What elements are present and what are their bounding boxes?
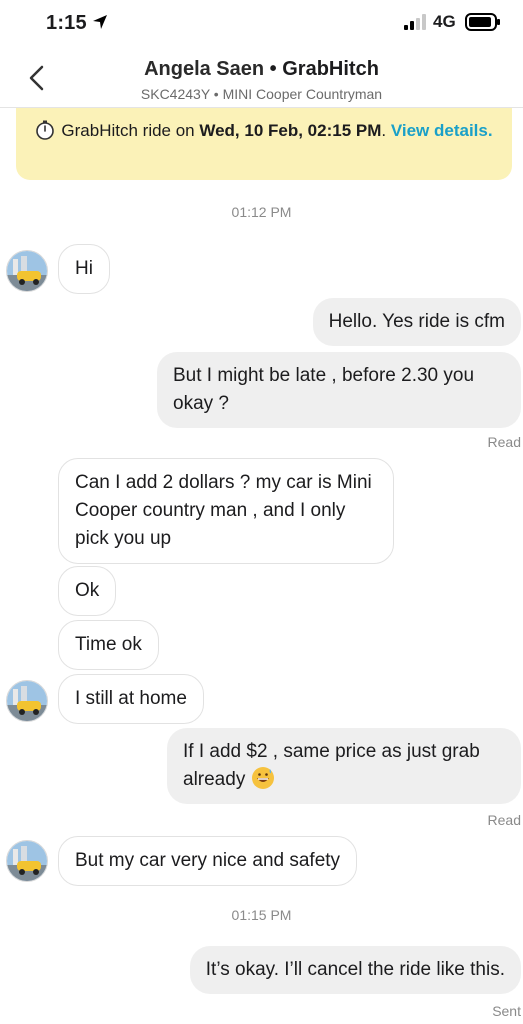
read-receipt: Read [487,434,521,450]
battery-icon [465,13,500,31]
chat-header: Angela Saen • GrabHitch SKC4243Y • MINI … [0,46,523,108]
avatar [6,840,48,882]
title-separator: • [264,58,283,80]
message-text: If I add $2 , same price as just grab al… [183,741,480,790]
vehicle-info: SKC4243Y • MINI Cooper Countryman [0,86,523,102]
vehicle-model: • MINI Cooper Countryman [209,86,383,102]
ride-banner: GrabHitch ride on Wed, 10 Feb, 02:15 PM.… [16,108,512,180]
message-bubble-incoming: Ok [58,566,117,616]
service-name: GrabHitch [282,58,379,80]
contact-name: Angela Saen [144,58,265,80]
banner-prefix: GrabHitch ride on [61,121,200,140]
timestamp: 01:15 PM [231,907,292,923]
network-label: 4G [433,12,456,31]
plate-number: SKC4243Y [140,86,210,102]
stopwatch-icon [36,120,55,140]
banner-dot: . [381,121,391,140]
message-bubble-incoming: Can I add 2 dollars ? my car is Mini Coo… [58,458,394,564]
read-receipt: Read [487,812,521,828]
signal-icon [404,14,426,30]
avatar [6,680,48,722]
sent-receipt: Sent [492,1003,521,1019]
message-bubble-outgoing: It’s okay. I’ll cancel the ride like thi… [189,946,521,994]
banner-datetime: Wed, 10 Feb, 02:15 PM [199,121,382,140]
grinning-sweat-emoji [251,767,274,789]
message-bubble-outgoing: But I might be late , before 2.30 you ok… [157,352,521,428]
message-bubble-incoming: I still at home [58,674,204,724]
view-details-link[interactable]: View details. [391,121,493,140]
timestamp: 01:12 PM [231,204,292,220]
chat-title: Angela Saen • GrabHitch [0,58,523,81]
location-arrow-icon [93,15,107,29]
message-bubble-outgoing: If I add $2 , same price as just grab al… [167,728,521,804]
message-bubble-incoming: Hi [58,244,110,294]
status-bar: 1:15 4G [0,0,523,46]
avatar [6,250,48,292]
status-time: 1:15 [46,12,87,34]
message-bubble-incoming: But my car very nice and safety [58,836,358,886]
message-bubble-incoming: Time ok [58,620,159,670]
message-bubble-outgoing: Hello. Yes ride is cfm [312,298,521,346]
